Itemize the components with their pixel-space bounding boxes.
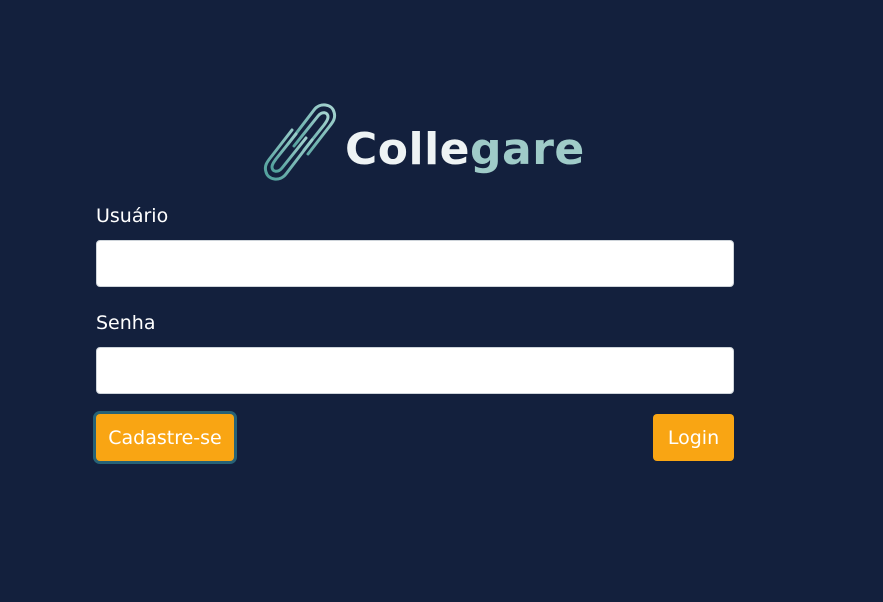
login-button[interactable]: Login	[653, 414, 734, 461]
password-input[interactable]	[96, 347, 734, 394]
logo-wordmark-part2: gare	[470, 124, 585, 175]
username-label: Usuário	[96, 205, 169, 227]
password-label: Senha	[96, 312, 156, 334]
chain-link-icon	[263, 103, 337, 181]
username-input[interactable]	[96, 240, 734, 287]
register-button[interactable]: Cadastre-se	[96, 414, 234, 461]
logo-wordmark-part1: Colle	[345, 124, 471, 175]
collegare-logo: Collegare	[262, 100, 584, 184]
logo-wordmark: Collegare	[345, 120, 585, 180]
